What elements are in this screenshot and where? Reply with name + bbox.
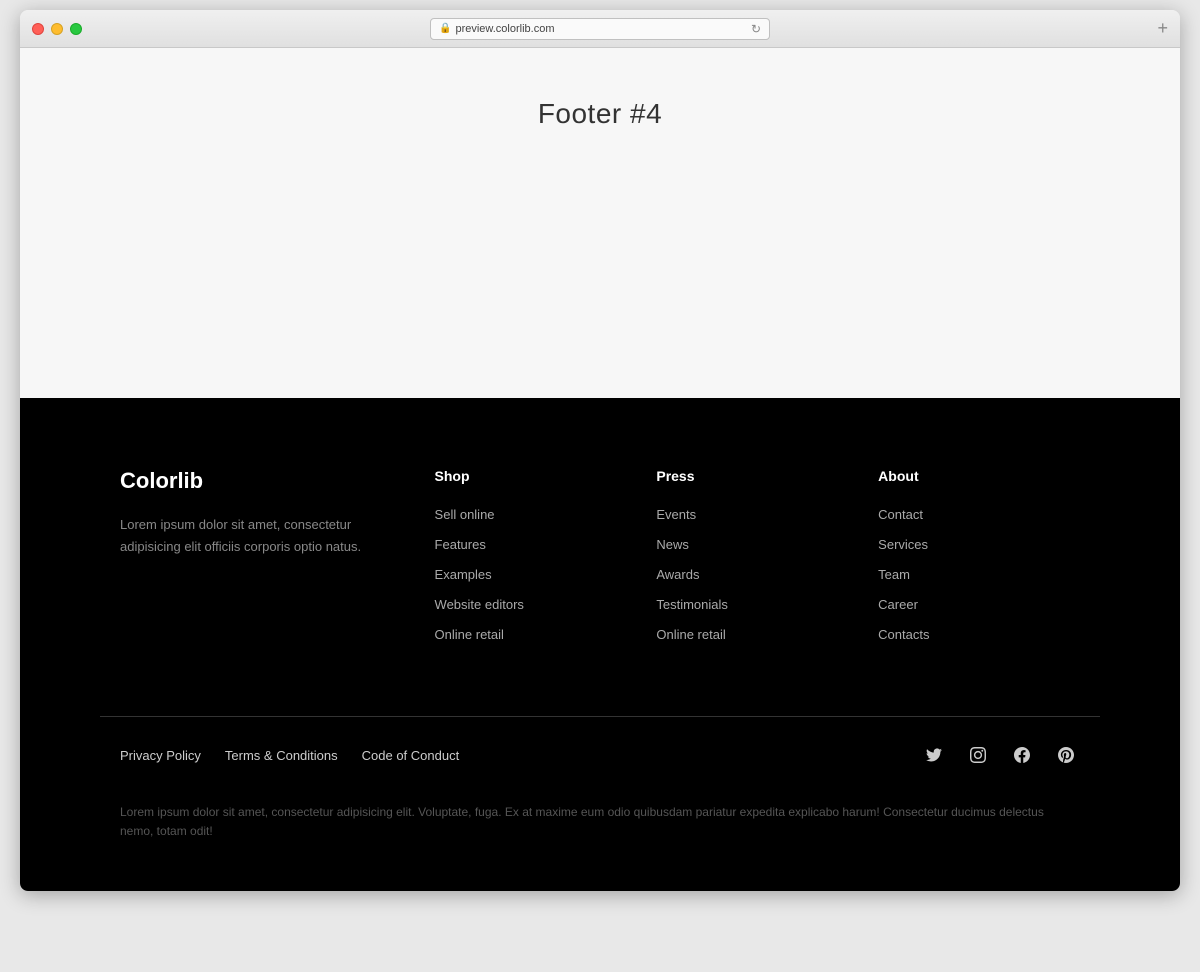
social-icons-group (920, 741, 1080, 769)
list-item: Examples (435, 566, 617, 584)
terms-conditions-link[interactable]: Terms & Conditions (225, 748, 338, 763)
press-links-list: Events News Awards Testimonials Online r… (656, 506, 838, 644)
about-link-5[interactable]: Contacts (878, 627, 929, 642)
list-item: Contact (878, 506, 1060, 524)
footer-bottom-bar: Privacy Policy Terms & Conditions Code o… (100, 716, 1100, 793)
code-of-conduct-link[interactable]: Code of Conduct (362, 748, 460, 763)
close-button[interactable] (32, 23, 44, 35)
new-tab-button[interactable]: + (1157, 18, 1168, 39)
list-item: Contacts (878, 626, 1060, 644)
page-title: Footer #4 (538, 98, 662, 130)
list-item: Website editors (435, 596, 617, 614)
about-link-1[interactable]: Contact (878, 507, 923, 522)
copyright-text: Lorem ipsum dolor sit amet, consectetur … (120, 803, 1080, 841)
shop-link-1[interactable]: Sell online (435, 507, 495, 522)
privacy-policy-link[interactable]: Privacy Policy (120, 748, 201, 763)
footer-main: Colorlib Lorem ipsum dolor sit amet, con… (100, 468, 1100, 716)
list-item: Features (435, 536, 617, 554)
list-item: Awards (656, 566, 838, 584)
footer: Colorlib Lorem ipsum dolor sit amet, con… (20, 398, 1180, 891)
footer-copyright: Lorem ipsum dolor sit amet, consectetur … (100, 793, 1100, 891)
footer-col-press: Press Events News Awards Testimonials On… (636, 468, 858, 656)
maximize-button[interactable] (70, 23, 82, 35)
about-col-title: About (878, 468, 1060, 484)
footer-col-about: About Contact Services Team Career Conta… (858, 468, 1080, 656)
shop-link-3[interactable]: Examples (435, 567, 492, 582)
about-link-4[interactable]: Career (878, 597, 918, 612)
press-link-5[interactable]: Online retail (656, 627, 725, 642)
press-link-1[interactable]: Events (656, 507, 696, 522)
browser-window: 🔒 preview.colorlib.com ↻ + Footer #4 Col… (20, 10, 1180, 891)
address-bar[interactable]: 🔒 preview.colorlib.com ↻ (430, 18, 770, 40)
footer-bottom-links: Privacy Policy Terms & Conditions Code o… (120, 748, 459, 763)
footer-col-shop: Shop Sell online Features Examples Websi… (415, 468, 637, 656)
shop-link-2[interactable]: Features (435, 537, 486, 552)
list-item: News (656, 536, 838, 554)
list-item: Team (878, 566, 1060, 584)
list-item: Career (878, 596, 1060, 614)
pinterest-icon[interactable] (1052, 741, 1080, 769)
about-link-2[interactable]: Services (878, 537, 928, 552)
refresh-icon[interactable]: ↻ (751, 22, 761, 36)
list-item: Sell online (435, 506, 617, 524)
list-item: Online retail (656, 626, 838, 644)
url-text: preview.colorlib.com (455, 23, 750, 35)
list-item: Testimonials (656, 596, 838, 614)
twitter-icon[interactable] (920, 741, 948, 769)
browser-titlebar: 🔒 preview.colorlib.com ↻ + (20, 10, 1180, 48)
lock-icon: 🔒 (439, 23, 451, 34)
about-links-list: Contact Services Team Career Contacts (878, 506, 1060, 644)
footer-brand-column: Colorlib Lorem ipsum dolor sit amet, con… (120, 468, 415, 656)
shop-col-title: Shop (435, 468, 617, 484)
instagram-icon[interactable] (964, 741, 992, 769)
page-content: Footer #4 Colorlib Lorem ipsum dolor sit… (20, 48, 1180, 891)
list-item: Services (878, 536, 1060, 554)
brand-description: Lorem ipsum dolor sit amet, consectetur … (120, 514, 375, 558)
about-link-3[interactable]: Team (878, 567, 910, 582)
header-area: Footer #4 (20, 48, 1180, 398)
traffic-lights (32, 23, 82, 35)
press-link-2[interactable]: News (656, 537, 689, 552)
list-item: Events (656, 506, 838, 524)
press-link-4[interactable]: Testimonials (656, 597, 728, 612)
press-link-3[interactable]: Awards (656, 567, 699, 582)
shop-links-list: Sell online Features Examples Website ed… (435, 506, 617, 644)
facebook-icon[interactable] (1008, 741, 1036, 769)
shop-link-5[interactable]: Online retail (435, 627, 504, 642)
brand-name: Colorlib (120, 468, 375, 494)
shop-link-4[interactable]: Website editors (435, 597, 524, 612)
minimize-button[interactable] (51, 23, 63, 35)
list-item: Online retail (435, 626, 617, 644)
press-col-title: Press (656, 468, 838, 484)
